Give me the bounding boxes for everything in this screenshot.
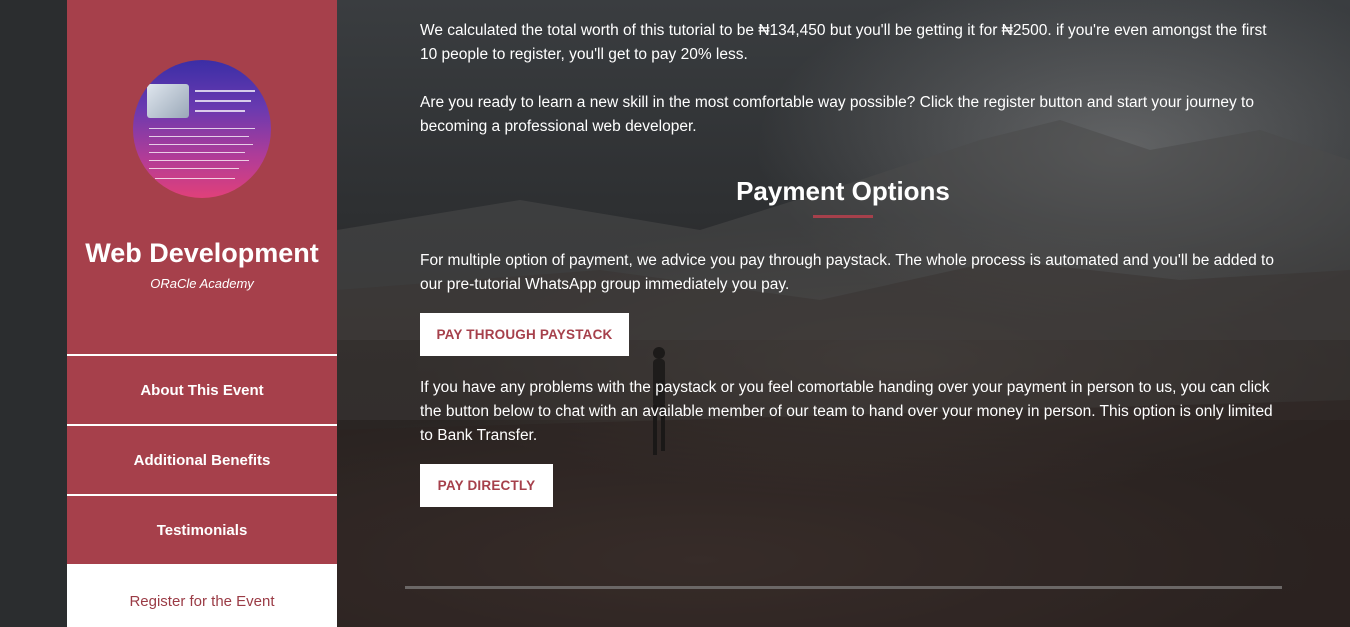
site-title: Web Development — [85, 238, 319, 268]
nav-item-testimonials[interactable]: Testimonials — [67, 494, 337, 564]
pay-directly-button[interactable]: PAY DIRECTLY — [420, 464, 553, 507]
payment-options-title: Payment Options — [736, 176, 950, 206]
section-divider — [405, 586, 1282, 589]
site-subtitle: ORaCle Academy — [150, 276, 254, 291]
direct-payment-paragraph: If you have any problems with the paysta… — [420, 379, 1273, 444]
sidebar: Web Development ORaCle Academy About Thi… — [67, 0, 337, 627]
page: Web Development ORaCle Academy About Thi… — [0, 0, 1350, 627]
nav-item-register[interactable]: Register for the Event — [67, 564, 337, 627]
cta-paragraph: Are you ready to learn a new skill in th… — [420, 94, 1254, 135]
sidebar-nav: About This Event Additional Benefits Tes… — [67, 354, 337, 627]
nav-item-about[interactable]: About This Event — [67, 354, 337, 424]
intro-paragraph: We calculated the total worth of this tu… — [420, 22, 1267, 63]
pay-through-paystack-button[interactable]: PAY THROUGH PAYSTACK — [420, 313, 629, 356]
paystack-paragraph: For multiple option of payment, we advic… — [420, 252, 1274, 293]
oracle-academy-logo[interactable] — [133, 60, 271, 198]
title-underline — [813, 215, 873, 218]
nav-item-additional-benefits[interactable]: Additional Benefits — [67, 424, 337, 494]
